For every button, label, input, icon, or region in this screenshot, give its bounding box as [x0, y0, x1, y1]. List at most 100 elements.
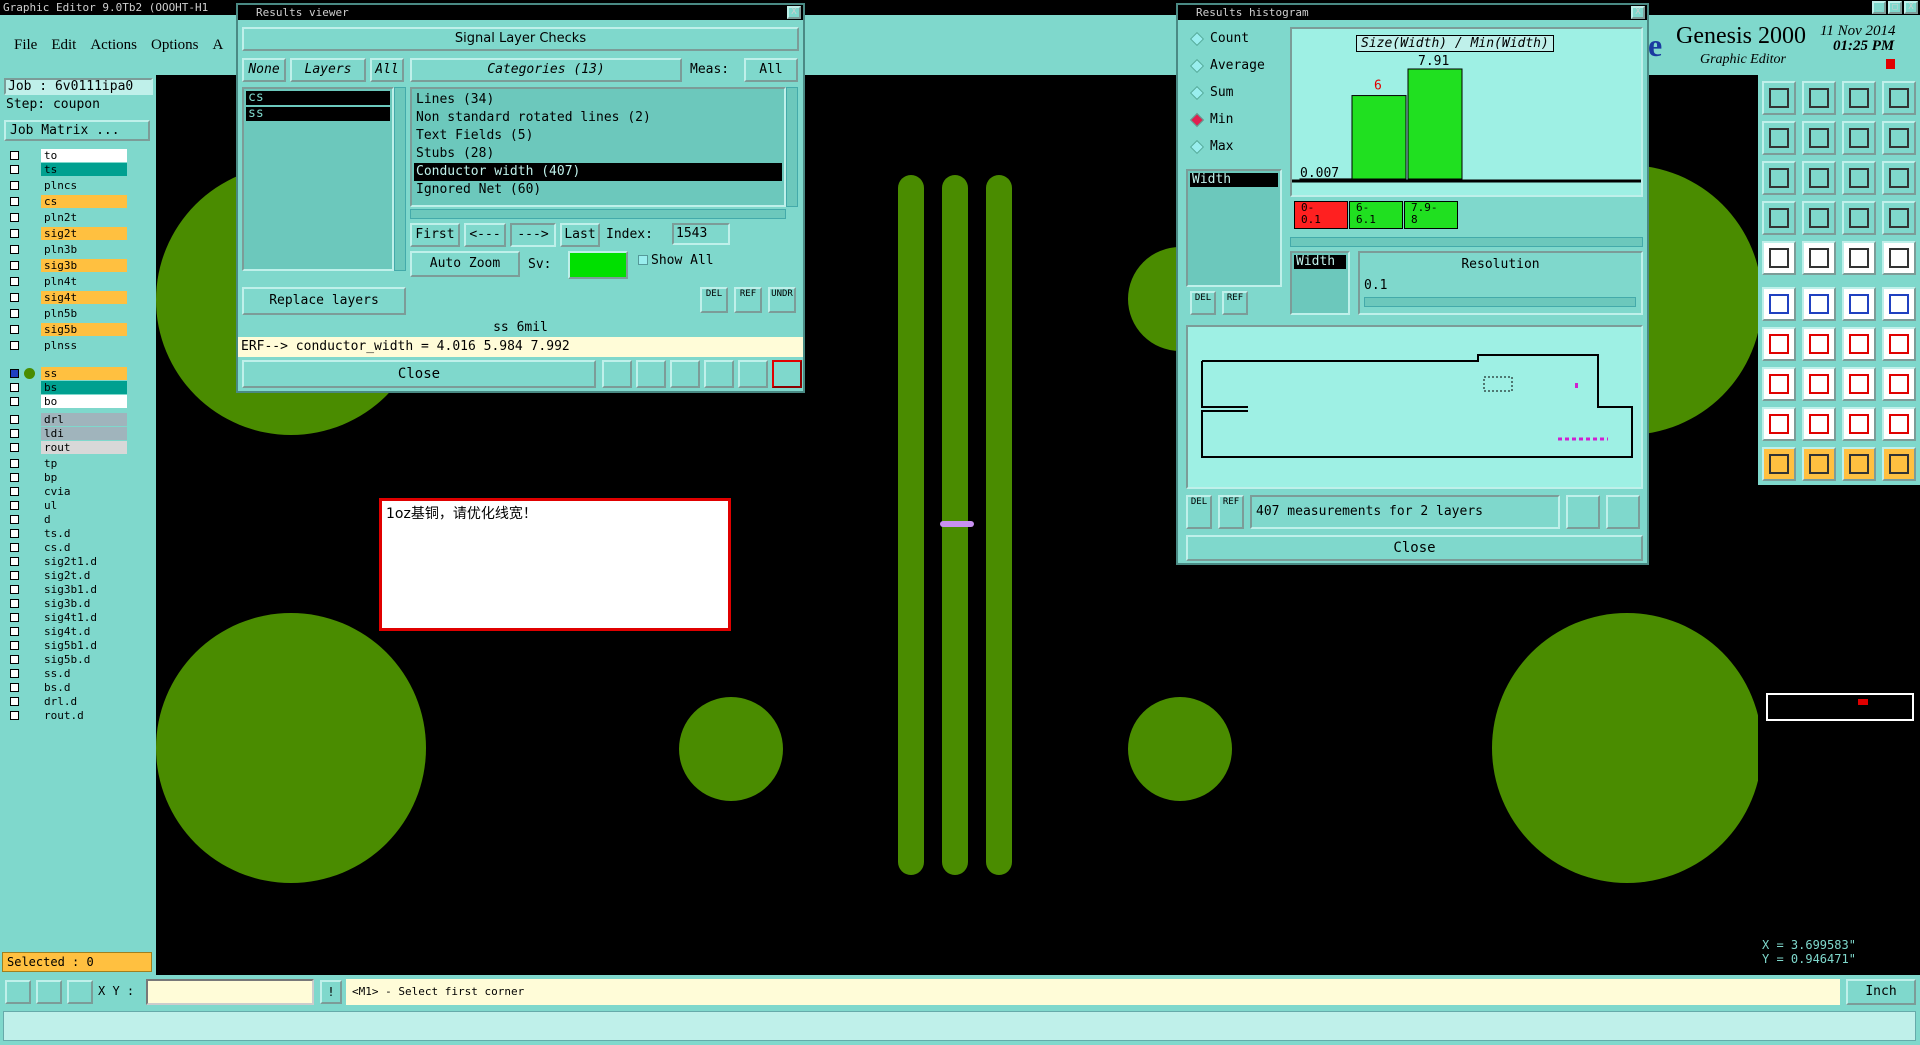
next-button[interactable]: ---> — [510, 223, 556, 247]
layer-row[interactable]: bs.d — [4, 681, 128, 695]
layer-checkbox[interactable] — [10, 487, 19, 496]
layer-checkbox[interactable] — [10, 473, 19, 482]
radio-icon[interactable] — [1189, 58, 1205, 74]
arch2-icon[interactable] — [1842, 407, 1876, 441]
layer-checkbox[interactable] — [10, 585, 19, 594]
layer-row[interactable]: cs.d — [4, 541, 128, 555]
undr-button[interactable]: UNDR — [768, 287, 796, 313]
prev-button[interactable]: <--- — [464, 223, 506, 247]
triangle-icon[interactable] — [1762, 407, 1796, 441]
index-input[interactable]: 1543 — [672, 223, 730, 245]
layers-button[interactable]: Layers — [290, 58, 366, 82]
aggregate-option[interactable]: Sum — [1186, 83, 1286, 103]
layer-row[interactable]: ss — [4, 367, 128, 381]
split-icon[interactable] — [1882, 327, 1916, 361]
maximize-button[interactable]: □ — [1888, 1, 1902, 14]
category-item[interactable]: Lines (34) — [414, 91, 782, 109]
layer-checkbox[interactable] — [10, 429, 19, 438]
aggregate-option[interactable]: Max — [1186, 137, 1286, 157]
layer-checkbox[interactable] — [10, 277, 19, 286]
layer-checkbox[interactable] — [10, 529, 19, 538]
aggregate-option[interactable]: Average — [1186, 56, 1286, 76]
layer-row[interactable]: sig3b.d — [4, 597, 128, 611]
layer-row[interactable]: rout.d — [4, 709, 128, 723]
layer-row[interactable]: sig2t1.d — [4, 555, 128, 569]
results-viewer-close-icon[interactable]: X — [787, 6, 801, 19]
dot-icon[interactable] — [1882, 241, 1916, 275]
layer-row[interactable]: ldi — [4, 427, 128, 441]
menu-a[interactable]: A — [213, 37, 224, 54]
last-button[interactable]: Last — [560, 223, 600, 247]
layer-checkbox[interactable] — [10, 627, 19, 636]
layer-row[interactable]: plnss — [4, 339, 128, 353]
layer-row[interactable]: sig3b — [4, 259, 128, 273]
group-icon[interactable] — [1882, 367, 1916, 401]
severity-color-dropdown[interactable] — [568, 251, 628, 279]
layer-row[interactable]: drl — [4, 413, 128, 427]
histogram-bar[interactable] — [1351, 95, 1407, 180]
histogram-close-button[interactable]: Close — [1186, 535, 1643, 561]
layer-row[interactable]: rout — [4, 441, 128, 455]
show-all-checkbox[interactable] — [638, 255, 648, 265]
frame-icon[interactable] — [1762, 241, 1796, 275]
preview-del-button[interactable]: DEL — [1186, 495, 1212, 529]
histogram-bar[interactable] — [1407, 68, 1463, 180]
layer-checkbox[interactable] — [10, 197, 19, 206]
measure-list-2[interactable]: Width — [1290, 251, 1350, 315]
units-dropdown[interactable]: Inch — [1846, 979, 1916, 1005]
layer-row[interactable]: pln3b — [4, 243, 128, 257]
pointer3-icon[interactable] — [1842, 447, 1876, 481]
pointer2-icon[interactable] — [1802, 447, 1836, 481]
layer-row[interactable]: ss.d — [4, 667, 128, 681]
layer-checkbox[interactable] — [10, 599, 19, 608]
layer-row[interactable]: drl.d — [4, 695, 128, 709]
list-item[interactable]: cs — [246, 91, 390, 105]
layer-checkbox[interactable] — [10, 443, 19, 452]
layer-checkbox[interactable] — [10, 613, 19, 622]
first-button[interactable]: First — [410, 223, 460, 247]
layer-checkbox[interactable] — [10, 655, 19, 664]
menu-options[interactable]: Options — [151, 37, 199, 54]
layer-checkbox[interactable] — [10, 397, 19, 406]
layer-row[interactable]: tp — [4, 457, 128, 471]
ref-button[interactable]: REF — [734, 287, 762, 313]
layer-checkbox[interactable] — [10, 245, 19, 254]
layer-checkbox[interactable] — [10, 213, 19, 222]
arch-icon[interactable] — [1802, 407, 1836, 441]
layer-checkbox[interactable] — [10, 459, 19, 468]
categories-list[interactable]: Lines (34) Non standard rotated lines (2)… — [410, 87, 786, 207]
hist-del-button[interactable]: DEL — [1190, 291, 1216, 315]
layer-row[interactable]: sig2t.d — [4, 569, 128, 583]
list-item[interactable]: ss — [246, 107, 390, 121]
save-icon[interactable] — [1802, 81, 1836, 115]
minus-icon[interactable] — [1802, 367, 1836, 401]
layer-checkbox[interactable] — [10, 309, 19, 318]
histogram-icon[interactable] — [772, 360, 802, 388]
layer-row[interactable]: bs — [4, 381, 128, 395]
layer-checkbox[interactable] — [10, 151, 19, 160]
histogram-bin[interactable]: 6- 6.1 — [1349, 201, 1403, 229]
line-icon[interactable] — [1882, 287, 1916, 321]
layer-row[interactable]: sig5b1.d — [4, 639, 128, 653]
move-icon[interactable] — [1762, 367, 1796, 401]
xy-input[interactable] — [146, 979, 314, 1005]
meas-dropdown[interactable]: All — [744, 58, 798, 82]
layer-row[interactable]: pln2t — [4, 211, 128, 225]
preview-ref-button[interactable]: REF — [1218, 495, 1244, 529]
category-item[interactable]: Stubs (28) — [414, 145, 782, 163]
aggregate-option[interactable]: Count — [1186, 29, 1286, 49]
menu-file[interactable]: File — [14, 37, 37, 54]
layer-row[interactable]: pln5b — [4, 307, 128, 321]
radio-icon[interactable] — [1189, 31, 1205, 47]
menu-actions[interactable]: Actions — [90, 37, 137, 54]
info-button[interactable]: ! — [320, 980, 342, 1004]
layer-checkbox[interactable] — [10, 501, 19, 510]
bin-scrollbar[interactable] — [1290, 237, 1643, 247]
snap-right-icon[interactable] — [1802, 121, 1836, 155]
layer-checkbox[interactable] — [10, 415, 19, 424]
hist-ref-button[interactable]: REF — [1222, 291, 1248, 315]
radio-icon[interactable] — [1189, 85, 1205, 101]
grid-icon[interactable] — [1882, 81, 1916, 115]
layer-checkbox[interactable] — [10, 341, 19, 350]
layer-row[interactable]: plncs — [4, 179, 128, 193]
